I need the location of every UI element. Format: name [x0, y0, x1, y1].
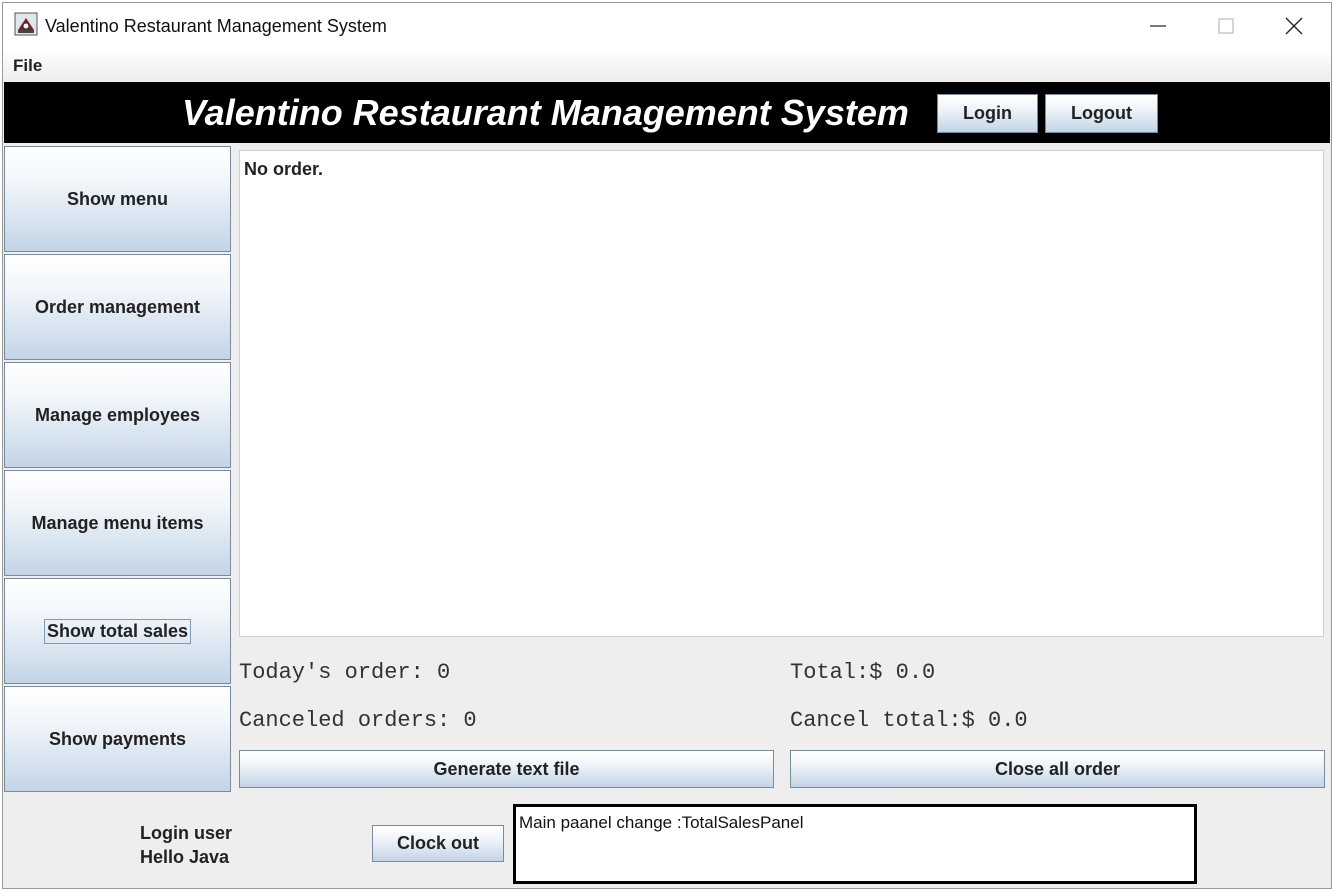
sidebar-item-manage-menu-items[interactable]: Manage menu items	[4, 470, 231, 576]
maximize-button[interactable]	[1193, 3, 1261, 49]
window-title: Valentino Restaurant Management System	[45, 16, 387, 36]
generate-text-file-button[interactable]: Generate text file	[239, 750, 774, 788]
logout-button[interactable]: Logout	[1045, 94, 1158, 133]
header-title: Valentino Restaurant Management System	[182, 92, 909, 133]
close-button[interactable]	[1261, 3, 1329, 49]
login-user-label: Login user	[140, 823, 233, 843]
header-banner: Valentino Restaurant Management System L…	[4, 82, 1330, 143]
total-label: Total:$ 0.0	[790, 660, 936, 685]
menu-file[interactable]: File	[13, 56, 42, 76]
order-status-text: No order.	[244, 159, 324, 179]
status-log-box: Main paanel change :TotalSalesPanel	[513, 804, 1197, 884]
sidebar-item-label: Manage menu items	[31, 512, 204, 533]
status-log-text: Main paanel change :TotalSalesPanel	[519, 813, 804, 832]
sidebar-item-show-total-sales[interactable]: Show total sales	[4, 578, 231, 684]
app-window: Valentino Restaurant Management System F…	[2, 2, 1332, 889]
clock-out-button[interactable]: Clock out	[372, 825, 504, 862]
restaurant-app-icon	[14, 12, 38, 36]
minimize-button[interactable]	[1125, 3, 1193, 49]
order-text-area[interactable]: No order.	[239, 150, 1324, 637]
sidebar-item-label: Show total sales	[43, 618, 192, 644]
login-button[interactable]: Login	[937, 94, 1038, 133]
sidebar-item-manage-employees[interactable]: Manage employees	[4, 362, 231, 468]
sidebar-item-label: Show menu	[66, 188, 168, 209]
sidebar-item-label: Manage employees	[34, 404, 201, 425]
todays-order-label: Today's order: 0	[239, 660, 451, 685]
sidebar-item-show-payments[interactable]: Show payments	[4, 686, 231, 792]
title-bar[interactable]: Valentino Restaurant Management System	[3, 3, 1331, 49]
sidebar-item-label: Order management	[34, 296, 201, 317]
sidebar-item-show-menu[interactable]: Show menu	[4, 146, 231, 252]
sidebar-item-label: Show payments	[48, 728, 187, 749]
minimize-icon	[1150, 25, 1166, 27]
canceled-orders-label: Canceled orders: 0	[239, 708, 477, 733]
sidebar-item-order-management[interactable]: Order management	[4, 254, 231, 360]
login-user-name: Hello Java	[140, 847, 230, 867]
cancel-total-label: Cancel total:$ 0.0	[790, 708, 1028, 733]
maximize-icon	[1218, 18, 1234, 34]
close-all-order-button[interactable]: Close all order	[790, 750, 1325, 788]
close-icon	[1285, 17, 1303, 35]
menu-bar: File	[3, 49, 1331, 80]
